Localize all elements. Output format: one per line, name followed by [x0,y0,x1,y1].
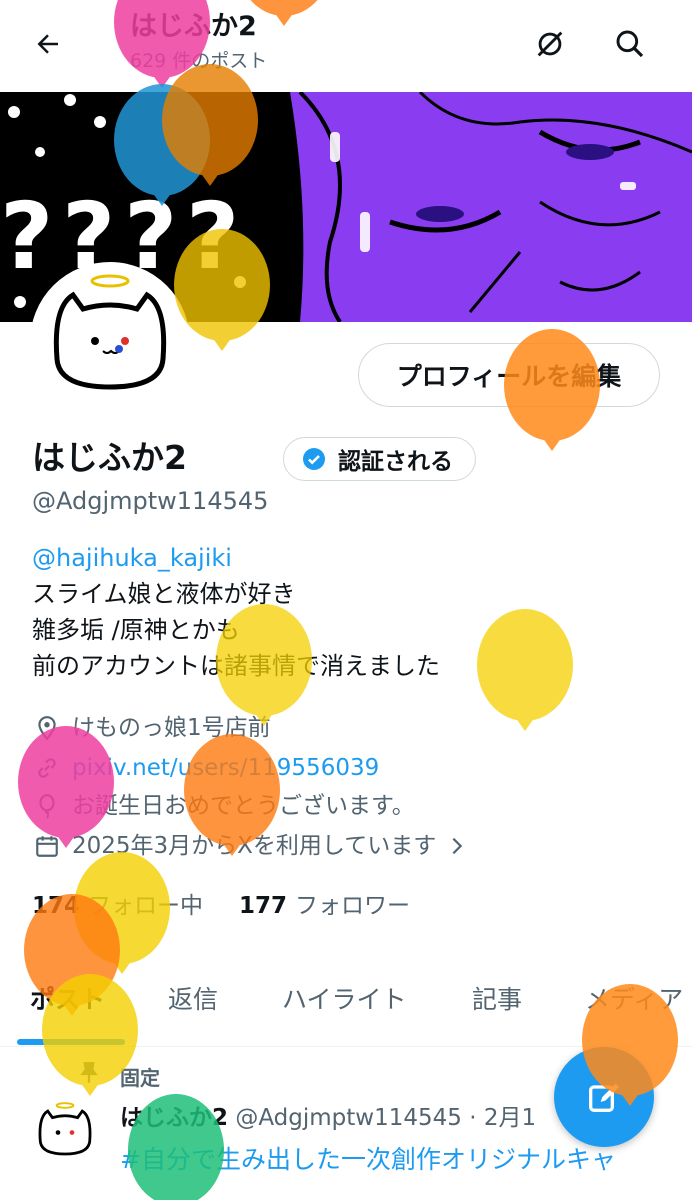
compose-button[interactable] [554,1047,654,1147]
location-icon [38,716,56,741]
search-icon [616,30,644,58]
following-count: 174 [32,893,81,919]
tab-replies[interactable]: 返信 [168,980,218,1016]
tab-posts[interactable]: ポスト [30,980,105,1016]
joined-row[interactable]: 2025年3月からXを利用しています [32,830,468,862]
profile-tabs: ポスト 返信 ハイライト 記事 メディア [0,966,692,1047]
user-handle: @Adgjmptw114545 [32,487,269,515]
edit-profile-button[interactable]: プロフィールを編集 [358,343,660,407]
header-title-group: はじふか2 629 件のポスト [130,10,267,74]
active-tab-indicator [17,1039,125,1045]
svg-text:?: ? [0,183,53,290]
get-verified-label: 認証される [338,449,453,475]
birthday-text: お誕生日おめでとうございます。 [72,793,415,819]
svg-text:?: ? [186,183,239,290]
followers-link[interactable]: 177 フォロワー [239,886,410,920]
calendar-icon [36,836,58,857]
website-row: pixiv.net/users/119556039 [32,752,379,784]
post-meta: @Adgjmptw114545 · 2月1 [235,1105,537,1131]
following-link[interactable]: 174 フォロー中 [32,886,203,920]
balloon-icon [39,794,55,819]
get-verified-button[interactable]: 認証される [283,437,476,481]
joined-text: 2025年3月からXを利用しています [72,833,437,859]
followers-count: 177 [239,893,288,919]
bio: @hajihuka_kajiki スライム娘と液体が好き 雑多垢 /原神とかも … [32,540,440,684]
back-button[interactable] [26,22,70,66]
profile-avatar[interactable] [30,262,190,422]
header-title: はじふか2 [130,11,257,42]
chevron-right-icon [452,837,463,855]
verified-badge-icon [303,448,325,470]
pin-icon [80,1062,98,1083]
post-count: 629 件のポスト [130,50,268,72]
link-icon [38,758,56,778]
birthday-row: お誕生日おめでとうございます。 [32,790,415,822]
tab-media[interactable]: メディア [585,980,683,1016]
bio-line: 雑多垢 /原神とかも [32,616,240,644]
top-bar: はじふか2 629 件のポスト [0,0,692,92]
search-button[interactable] [608,22,652,66]
display-name: はじふか2 [32,438,187,477]
compose-icon [589,1083,619,1112]
following-label: フォロー中 [88,893,204,919]
location-row: けものっ娘1号店前 [32,712,271,744]
hide-button[interactable] [528,22,572,66]
location-text: けものっ娘1号店前 [72,715,271,741]
tab-articles[interactable]: 記事 [472,980,522,1016]
back-arrow-icon [37,34,58,54]
post-author[interactable]: はじふか2 [120,1105,228,1131]
website-link[interactable]: pixiv.net/users/119556039 [72,752,379,784]
followers-label: フォロワー [295,893,411,919]
cat-avatar-illustration [35,267,185,417]
hide-icon [537,31,563,57]
post-text[interactable]: #自分で生み出した一次創作オリジナルキャ [120,1140,616,1176]
follow-stats: 174 フォロー中 177 フォロワー [32,886,410,920]
balloon [477,609,573,731]
post-header: はじふか2 @Adgjmptw114545 · 2月1 [120,1098,536,1132]
cat-avatar-small [30,1098,100,1168]
bio-line: スライム娘と液体が好き [32,580,296,608]
bio-mention-link[interactable]: @hajihuka_kajiki [32,540,440,576]
tab-highlights[interactable]: ハイライト [282,980,407,1016]
post-avatar[interactable] [30,1098,100,1168]
bio-line: 前のアカウントは諸事情で消えました [32,652,440,680]
pinned-label: 固定 [120,1066,160,1090]
